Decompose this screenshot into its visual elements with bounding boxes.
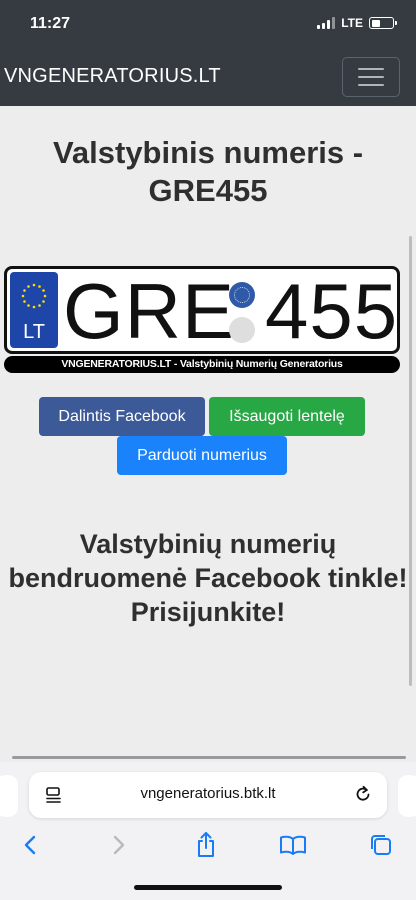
plate-body: LT GRE 455	[4, 266, 400, 354]
bookmarks-button[interactable]	[278, 830, 308, 860]
browser-bottom-bar: vngeneratorius.btk.lt	[0, 762, 416, 900]
eu-stars-icon	[21, 283, 47, 309]
share-facebook-button[interactable]: Dalintis Facebook	[39, 397, 205, 436]
status-indicators: LTE	[317, 16, 397, 30]
address-bar[interactable]: vngeneratorius.btk.lt	[29, 772, 387, 818]
community-heading: Valstybinių numerių bendruomenė Facebook…	[8, 529, 408, 627]
forward-button[interactable]	[104, 830, 134, 860]
chevron-left-icon	[24, 835, 36, 855]
inspection-sticker-icon	[229, 317, 255, 343]
page-title: Valstybinis numeris - GRE455	[52, 135, 364, 208]
browser-toolbar	[0, 830, 416, 860]
tabs-button[interactable]	[366, 830, 396, 860]
menu-toggle-button[interactable]	[342, 57, 400, 97]
signal-icon	[317, 17, 336, 29]
eu-band: LT	[10, 272, 58, 348]
tabs-icon	[371, 835, 391, 855]
registration-seal-icon	[229, 282, 255, 308]
back-button[interactable]	[15, 830, 45, 860]
reload-icon[interactable]	[353, 784, 373, 804]
url-text[interactable]: vngeneratorius.btk.lt	[29, 785, 387, 802]
battery-icon	[369, 17, 397, 29]
plate-digits: 455	[265, 267, 399, 355]
share-button[interactable]	[191, 830, 221, 860]
license-plate: LT GRE 455 VNGENERATORIUS.LT - Valstybin…	[4, 266, 400, 373]
hamburger-icon	[358, 68, 384, 70]
chevron-right-icon	[113, 835, 125, 855]
save-plate-button[interactable]: Išsaugoti lentelę	[209, 397, 365, 436]
home-indicator	[134, 885, 282, 890]
share-icon	[198, 832, 214, 857]
scrollbar[interactable]	[409, 236, 412, 686]
book-icon	[280, 835, 306, 855]
sell-plates-button[interactable]: Parduoti numerius	[117, 436, 287, 475]
plate-caption: VNGENERATORIUS.LT - Valstybinių Numerių …	[4, 356, 400, 373]
network-type: LTE	[341, 16, 363, 30]
plate-letters: GRE	[63, 267, 236, 355]
country-code: LT	[23, 321, 45, 343]
status-time: 11:27	[30, 15, 71, 32]
page-load-progress	[12, 756, 406, 759]
navbar-brand[interactable]: VNGENERATORIUS.LT	[4, 65, 221, 88]
previous-tab-peek[interactable]	[0, 775, 18, 817]
navbar: 11:27 LTE VNGENERATORIUS.LT	[0, 0, 416, 106]
next-tab-peek[interactable]	[398, 775, 416, 817]
